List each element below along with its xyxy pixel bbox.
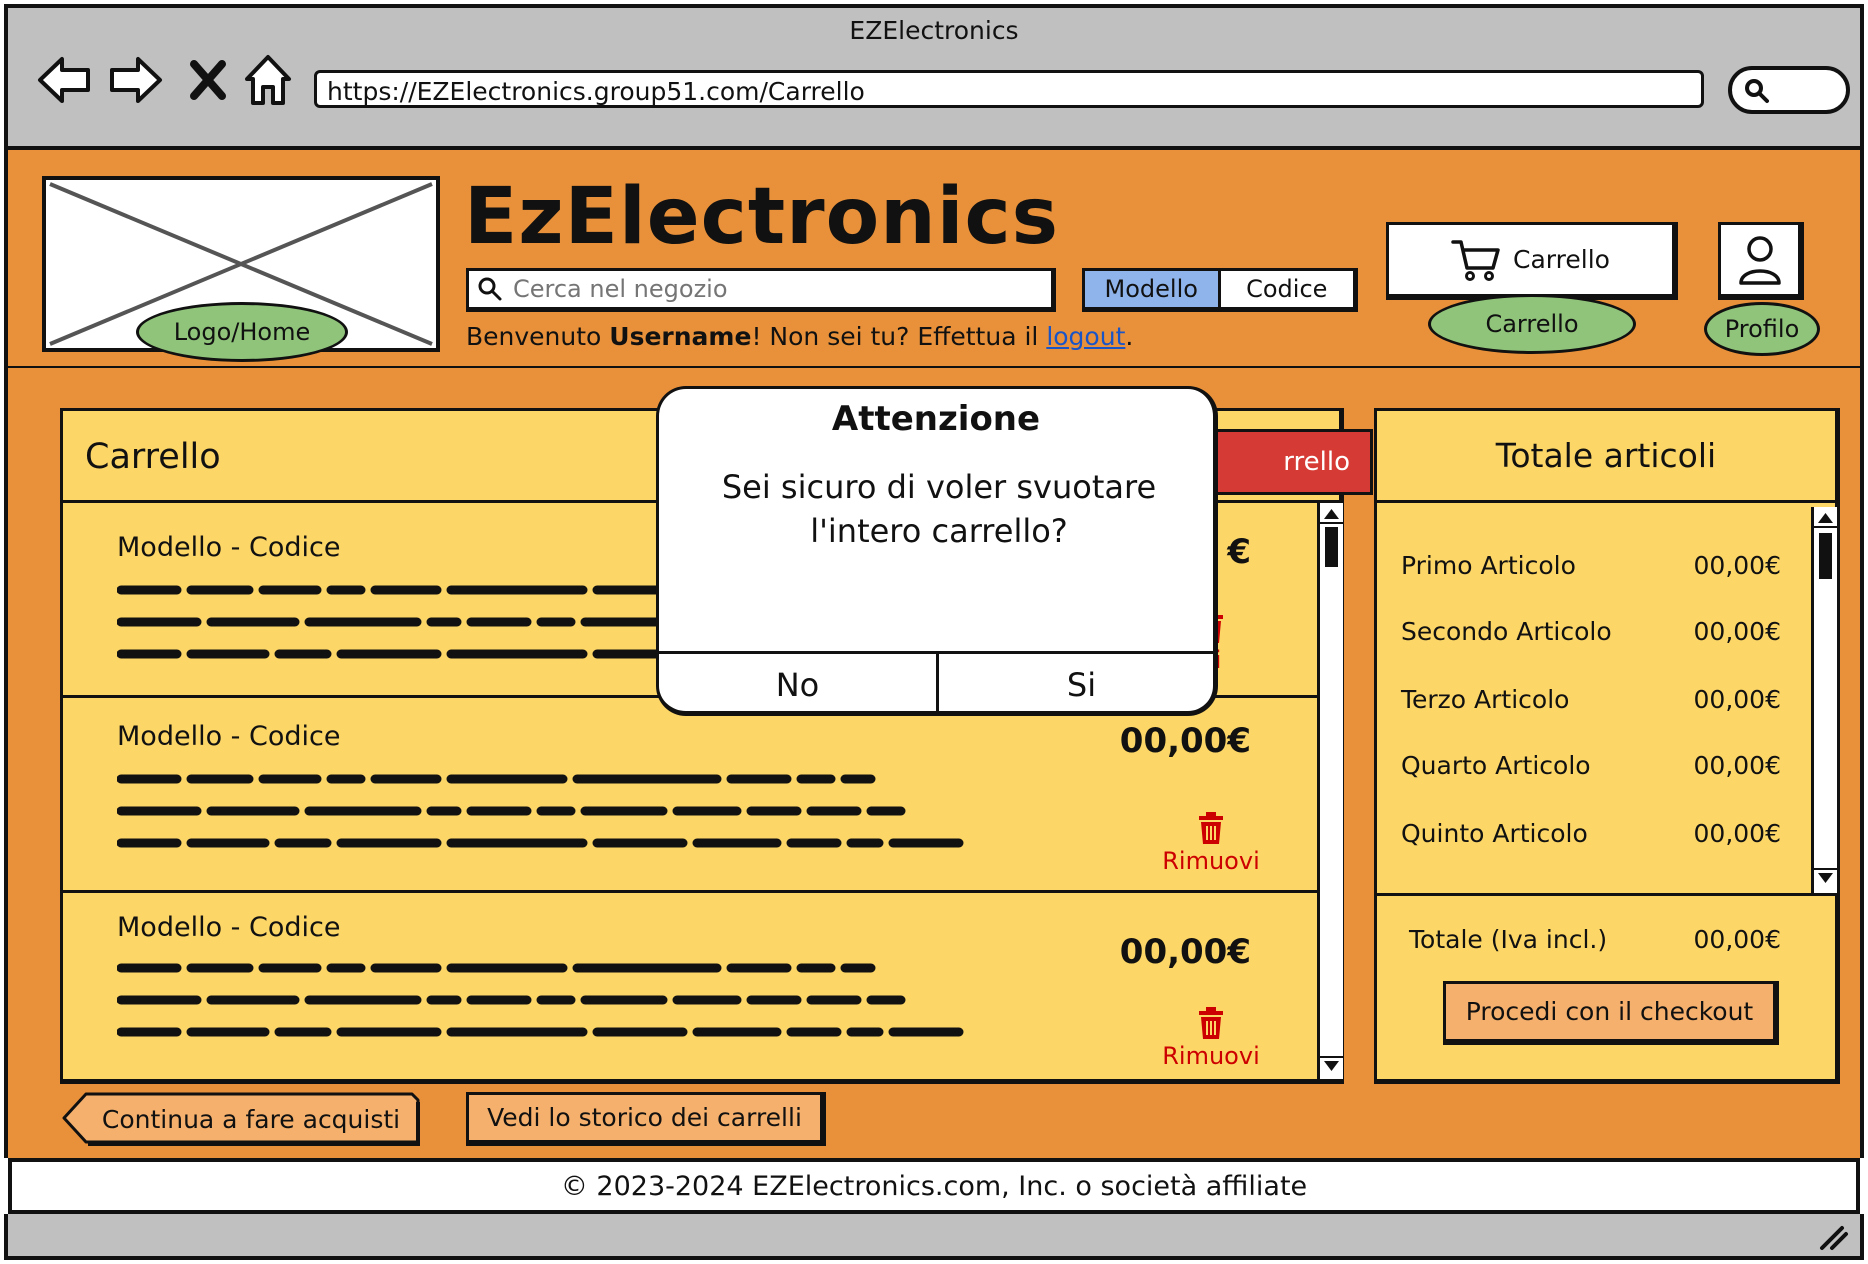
remove-button[interactable]: Rimuovi bbox=[1151, 1006, 1271, 1070]
confirm-dialog: Attenzione Sei sicuro di voler svuotare … bbox=[656, 386, 1218, 716]
totals-row-value: 00,00€ bbox=[1693, 551, 1781, 580]
item-title: Modello - Codice bbox=[117, 912, 341, 943]
search-icon bbox=[1745, 79, 1769, 103]
continue-shopping-label: Continua a fare acquisti bbox=[101, 1104, 401, 1134]
empty-cart-button[interactable]: rrello bbox=[1201, 429, 1373, 495]
item-title: Modello - Codice bbox=[117, 721, 341, 752]
cart-item: Modello - Codice 00,00€ Rimuovi bbox=[63, 896, 1317, 1082]
welcome-message: Benvenuto Username! Non sei tu? Effettua… bbox=[466, 322, 1133, 351]
profile-note: Profilo bbox=[1704, 302, 1820, 356]
totals-row: Terzo Articolo 00,00€ bbox=[1401, 685, 1781, 714]
scroll-down-arrow-icon bbox=[1324, 1061, 1339, 1071]
item-price: 00,00€ bbox=[1119, 932, 1251, 972]
username: Username bbox=[609, 322, 752, 351]
continue-shopping-button[interactable]: Continua a fare acquisti bbox=[62, 1092, 422, 1146]
totals-row-value: 00,00€ bbox=[1693, 751, 1781, 780]
welcome-suffix: . bbox=[1125, 322, 1134, 351]
cart-history-button[interactable]: Vedi lo storico dei carrelli bbox=[466, 1092, 826, 1146]
footer: © 2023-2024 EZElectronics.com, Inc. o so… bbox=[8, 1158, 1860, 1214]
scrollbar-track bbox=[1814, 513, 1837, 883]
shopping-cart-icon bbox=[1451, 239, 1500, 281]
home-icon[interactable] bbox=[238, 50, 298, 110]
totals-row-label: Secondo Articolo bbox=[1401, 617, 1612, 646]
trash-icon bbox=[1199, 1007, 1223, 1039]
placeholder-text-scribble bbox=[117, 963, 964, 1037]
close-icon[interactable] bbox=[178, 50, 238, 110]
dialog-title: Attenzione bbox=[831, 399, 1041, 439]
totals-row: Primo Articolo 00,00€ bbox=[1401, 551, 1781, 580]
store-search[interactable] bbox=[466, 268, 1056, 312]
user-icon bbox=[1738, 235, 1781, 285]
dialog-no-button[interactable]: No bbox=[659, 654, 939, 711]
trash-icon bbox=[1199, 812, 1223, 844]
search-icon bbox=[478, 277, 502, 301]
welcome-middle: ! Non sei tu? Effettua il bbox=[751, 322, 1047, 351]
logout-link[interactable]: logout bbox=[1046, 322, 1125, 351]
search-input[interactable] bbox=[511, 274, 1035, 304]
totals-row-value: 00,00€ bbox=[1693, 819, 1781, 848]
totals-scrollbar[interactable] bbox=[1811, 507, 1837, 893]
browser-toolbar: EZElectronics https://EZElectronics.grou… bbox=[4, 4, 1864, 146]
item-price: 00,00€ bbox=[1119, 721, 1251, 761]
grand-total-value: 00,00€ bbox=[1693, 925, 1781, 954]
cart-scrollbar[interactable] bbox=[1317, 503, 1343, 1079]
checkout-button[interactable]: Procedi con il checkout bbox=[1443, 981, 1779, 1045]
search-mode-toggle: Modello Codice bbox=[1082, 268, 1358, 312]
remove-label: Rimuovi bbox=[1162, 1042, 1260, 1070]
totals-row-value: 00,00€ bbox=[1693, 617, 1781, 646]
scrollbar-track bbox=[1320, 509, 1343, 1071]
browser-search-field[interactable] bbox=[1728, 66, 1850, 114]
totals-panel: Totale articoli Primo Articolo 00,00€ Se… bbox=[1374, 408, 1840, 1084]
totals-row-label: Primo Articolo bbox=[1401, 551, 1576, 580]
logo-home-note: Logo/Home bbox=[136, 302, 348, 362]
item-title: Modello - Codice bbox=[117, 532, 341, 563]
cart-title: Carrello bbox=[85, 437, 221, 477]
grand-total-row: Totale (Iva incl.) 00,00€ bbox=[1409, 925, 1781, 954]
item-price: € bbox=[1227, 532, 1251, 572]
window-title: EZElectronics bbox=[849, 16, 1019, 45]
totals-row-label: Quinto Articolo bbox=[1401, 819, 1588, 848]
dialog-message: Sei sicuro di voler svuotare l'intero ca… bbox=[721, 468, 1157, 550]
totals-row: Quarto Articolo 00,00€ bbox=[1401, 751, 1781, 780]
placeholder-text-scribble bbox=[117, 774, 964, 848]
forward-arrow-icon[interactable] bbox=[106, 50, 166, 110]
totals-row-value: 00,00€ bbox=[1693, 685, 1781, 714]
totals-row: Quinto Articolo 00,00€ bbox=[1401, 819, 1781, 848]
status-bar bbox=[4, 1214, 1864, 1260]
header-divider bbox=[4, 366, 1864, 368]
profile-button[interactable] bbox=[1718, 222, 1804, 300]
totals-row-label: Quarto Articolo bbox=[1401, 751, 1591, 780]
scroll-up-arrow-icon bbox=[1324, 509, 1339, 519]
scroll-thumb bbox=[1325, 527, 1338, 567]
back-arrow-icon[interactable] bbox=[34, 50, 94, 110]
totals-row-label: Terzo Articolo bbox=[1401, 685, 1570, 714]
cart-item: Modello - Codice 00,00€ Rimuovi bbox=[63, 701, 1317, 893]
search-mode-codice[interactable]: Codice bbox=[1221, 271, 1354, 307]
grand-total-label: Totale (Iva incl.) bbox=[1409, 925, 1608, 954]
remove-label: Rimuovi bbox=[1162, 847, 1260, 875]
cart-button[interactable]: Carrello bbox=[1386, 222, 1678, 300]
url-bar[interactable]: https://EZElectronics.group51.com/Carrel… bbox=[314, 70, 1704, 108]
cart-button-label: Carrello bbox=[1513, 245, 1610, 274]
welcome-prefix: Benvenuto bbox=[466, 322, 610, 351]
totals-divider bbox=[1377, 893, 1835, 896]
cart-note: Carrello bbox=[1428, 294, 1636, 354]
search-mode-modello[interactable]: Modello bbox=[1085, 271, 1221, 307]
remove-button[interactable]: Rimuovi bbox=[1151, 811, 1271, 875]
totals-title: Totale articoli bbox=[1377, 411, 1835, 503]
dialog-yes-button[interactable]: Si bbox=[942, 654, 1213, 711]
totals-row: Secondo Articolo 00,00€ bbox=[1401, 617, 1781, 646]
resize-grip-icon[interactable] bbox=[1818, 1224, 1850, 1252]
site-title: EzElectronics bbox=[464, 172, 1060, 262]
